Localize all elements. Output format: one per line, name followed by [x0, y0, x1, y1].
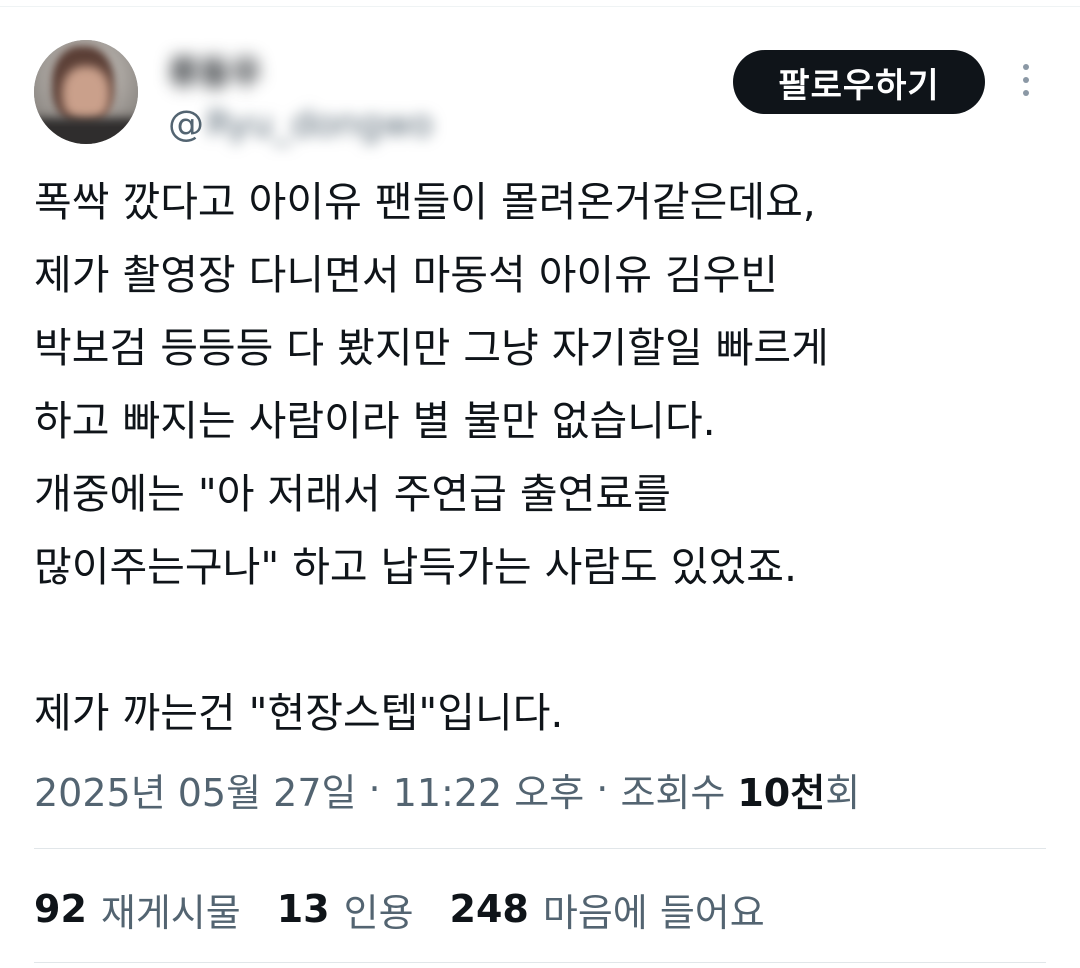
likes-count: 248 [449, 887, 529, 931]
tweet-time[interactable]: 11:22 오후 [393, 762, 585, 817]
top-divider [0, 6, 1080, 7]
tweet-meta: 2025년 05월 27일 · 11:22 오후 · 조회수 10천 회 [34, 760, 860, 818]
tweet-line: 하고 빠지는 사람이라 별 불만 없습니다. [34, 397, 716, 445]
bottom-divider [34, 962, 1046, 963]
reposts-label: 재게시물 [100, 890, 241, 935]
tweet-line: 제가 까는건 "현장스텝"입니다. [34, 689, 564, 737]
tweet-header: 류동우 @ Ryu_dongwo 팔로우하기 [34, 40, 1054, 150]
handle-username: Ryu_dongwo [206, 103, 434, 145]
tweet-line: 폭싹 깠다고 아이유 팬들이 몰려온거같은데요, [34, 178, 816, 226]
views-label: 조회수 [620, 770, 726, 815]
avatar[interactable] [34, 40, 138, 144]
tweet-line: 제가 촬영장 다니면서 마동석 아이유 김우빈 [34, 251, 779, 299]
tweet-line: 개중에는 "아 저래서 주연급 출연료를 [34, 470, 671, 518]
views-count[interactable]: 10천 [737, 762, 825, 817]
quotes-count: 13 [276, 887, 330, 931]
quotes-label: 인용 [343, 890, 414, 935]
views-suffix: 회 [825, 770, 861, 815]
likes-label: 마음에 들어요 [542, 890, 765, 935]
likes-stat[interactable]: 248 마음에 들어요 [450, 882, 765, 937]
stats-divider [34, 848, 1046, 849]
handle-at-sign: @ [168, 103, 204, 145]
reposts-stat[interactable]: 92 재게시물 [34, 882, 241, 937]
tweet-line: 박보검 등등등 다 봤지만 그냥 자기할일 빠르게 [34, 324, 829, 372]
meta-separator: · [356, 767, 393, 811]
quotes-stat[interactable]: 13 인용 [277, 882, 414, 937]
author-handle[interactable]: @ Ryu_dongwo [168, 100, 433, 148]
tweet-text: 폭싹 깠다고 아이유 팬들이 몰려온거같은데요, 제가 촬영장 다니면서 마동석… [34, 166, 1054, 750]
follow-button[interactable]: 팔로우하기 [733, 50, 985, 114]
tweet-stats: 92 재게시물 13 인용 248 마음에 들어요 [34, 880, 801, 938]
meta-separator: · [584, 767, 621, 811]
tweet-line: 많이주는구나" 하고 납득가는 사람도 있었죠. [34, 543, 797, 591]
reposts-count: 92 [34, 887, 87, 931]
tweet-date[interactable]: 2025년 05월 27일 [34, 762, 356, 817]
more-vertical-icon[interactable] [1016, 64, 1036, 102]
author-display-name[interactable]: 류동우 [168, 46, 338, 88]
